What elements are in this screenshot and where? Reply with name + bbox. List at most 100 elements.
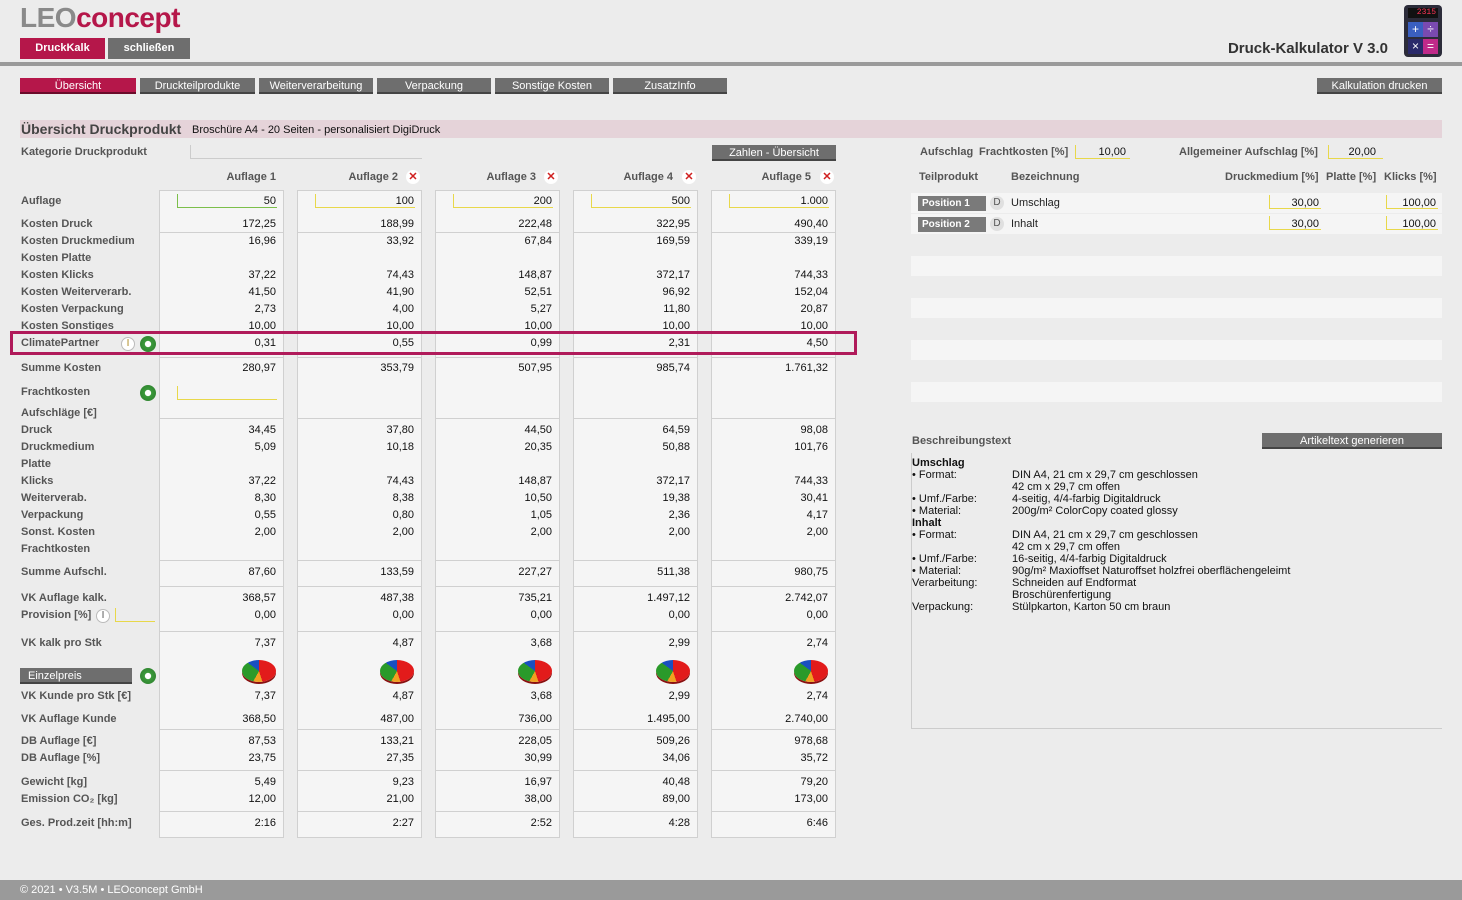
value-kosten-druckmedium: 33,92 <box>386 235 414 247</box>
label-prodzeit: Ges. Prod.zeit [hh:m] <box>21 817 132 829</box>
description-textarea[interactable] <box>911 453 1442 729</box>
value-prodzeit: 6:46 <box>806 817 828 829</box>
position-1-button[interactable]: Position 1 <box>918 196 986 211</box>
remove-auflage-3-icon[interactable]: ✕ <box>544 170 558 184</box>
einzelpreis-button[interactable]: Einzelpreis <box>20 668 132 684</box>
artikeltext-generieren-button[interactable]: Artikeltext generieren <box>1262 433 1442 449</box>
value-kosten-druck: 490,40 <box>794 218 828 230</box>
position-2-d-button[interactable]: D <box>990 217 1004 231</box>
calculator-icon[interactable]: 2315 + ÷ × = <box>1404 5 1442 57</box>
value-vk-kalk-stk: 7,37 <box>254 637 276 649</box>
value-provision: 0,00 <box>530 609 552 621</box>
frachtkosten-pct-value: 10,00 <box>1098 146 1126 158</box>
tab-zusatzinfo[interactable]: ZusatzInfo <box>613 78 727 94</box>
row-divider <box>298 770 421 771</box>
tab-weiterverarbeitung[interactable]: Weiterverarbeitung <box>259 78 373 94</box>
close-button[interactable]: schließen <box>108 38 190 59</box>
value-sonst-kosten: 2,00 <box>530 526 552 538</box>
label-summe-kosten: Summe Kosten <box>21 362 102 374</box>
position-2-button[interactable]: Position 2 <box>918 217 986 232</box>
row-divider <box>574 770 697 771</box>
tab-uebersicht[interactable]: Übersicht <box>20 78 136 94</box>
label-kosten-sonstiges: Kosten Sonstiges <box>21 320 114 330</box>
value-klicks: 744,33 <box>794 475 828 487</box>
label-vk-kunde-stk: VK Kunde pro Stk [€] <box>21 690 132 702</box>
col-bezeichnung: Bezeichnung <box>1011 171 1080 183</box>
druckkalk-button[interactable]: DruckKalk <box>20 38 105 59</box>
value-druckmedium: 50,88 <box>662 441 690 453</box>
cost-pie-icon[interactable] <box>242 660 276 682</box>
tab-sonstige-kosten[interactable]: Sonstige Kosten <box>495 78 609 94</box>
row-divider <box>298 729 421 730</box>
value-auflage[interactable]: 500 <box>580 195 690 207</box>
einzelpreis-refresh-icon[interactable] <box>140 668 156 684</box>
remove-auflage-2-icon[interactable]: ✕ <box>406 170 420 184</box>
value-gewicht: 9,23 <box>392 776 414 788</box>
description-value: DIN A4, 21 cm x 29,7 cm geschlossen <box>1012 469 1198 481</box>
value-weiterverarb: 8,38 <box>392 492 414 504</box>
value-druckmedium: 101,76 <box>794 441 828 453</box>
value-auflage[interactable]: 1.000 <box>718 195 828 207</box>
frachtkosten-refresh-icon[interactable] <box>140 385 156 401</box>
frachtkosten-input[interactable] <box>177 386 277 400</box>
label-druckmedium: Druckmedium <box>21 441 95 453</box>
value-druck: 98,08 <box>800 424 828 436</box>
row-divider <box>712 811 835 812</box>
row-divider <box>436 631 559 632</box>
value-db-auflage-pct: 30,99 <box>524 752 552 764</box>
print-calculation-button[interactable]: Kalkulation drucken <box>1317 78 1442 94</box>
value-druck: 34,45 <box>248 424 276 436</box>
value-auflage[interactable]: 200 <box>442 195 552 207</box>
value-auflage[interactable]: 50 <box>166 195 276 207</box>
calc-multiply-key: × <box>1408 39 1423 54</box>
remove-auflage-5-icon[interactable]: ✕ <box>820 170 834 184</box>
row-divider <box>712 232 835 233</box>
label-aufschlaege: Aufschläge [€] <box>21 407 97 419</box>
position-1-d-button[interactable]: D <box>990 196 1004 210</box>
cost-pie-icon[interactable] <box>380 660 414 682</box>
empty-row <box>911 298 1442 318</box>
calc-divide-key: ÷ <box>1423 22 1438 37</box>
cost-pie-icon[interactable] <box>656 660 690 682</box>
description-value: 90g/m² Maxioffset Naturoffset holzfrei o… <box>1012 565 1291 577</box>
value-verpackung: 4,17 <box>806 509 828 521</box>
label-summe-aufschl: Summe Aufschl. <box>21 566 107 578</box>
tab-verpackung[interactable]: Verpackung <box>377 78 491 94</box>
zahlen-uebersicht-button[interactable]: Zahlen - Übersicht <box>712 145 836 161</box>
value-vk-auflage-kunde: 368,50 <box>242 713 276 725</box>
logo-part-concept: concept <box>76 2 180 33</box>
cost-pie-icon[interactable] <box>518 660 552 682</box>
auflage-1-header: Auflage 1 <box>226 171 276 183</box>
kategorie-select[interactable] <box>190 145 422 159</box>
position-1-druckmedium: 30,00 <box>1291 197 1319 209</box>
value-weiterverarb: 8,30 <box>254 492 276 504</box>
row-divider <box>436 586 559 587</box>
row-divider <box>712 770 835 771</box>
tab-druckteilprodukte[interactable]: Druckteilprodukte <box>140 78 255 94</box>
row-divider <box>712 586 835 587</box>
remove-auflage-4-icon[interactable]: ✕ <box>682 170 696 184</box>
value-kosten-weiterverarb: 96,92 <box>662 286 690 298</box>
value-weiterverarb: 10,50 <box>524 492 552 504</box>
cost-pie-icon[interactable] <box>794 660 828 682</box>
value-provision: 0,00 <box>254 609 276 621</box>
value-auflage[interactable]: 100 <box>304 195 414 207</box>
provision-input[interactable] <box>115 608 155 622</box>
value-db-auflage-pct: 27,35 <box>386 752 414 764</box>
value-kosten-druck: 322,95 <box>656 218 690 230</box>
row-divider <box>160 357 283 358</box>
row-divider <box>160 418 283 419</box>
value-kosten-klicks: 148,87 <box>518 269 552 281</box>
auflage-3-header: Auflage 3 <box>486 171 536 183</box>
value-summe-kosten: 280,97 <box>242 362 276 374</box>
label-klicks: Klicks <box>21 475 54 487</box>
value-weiterverarb: 19,38 <box>662 492 690 504</box>
label-kosten-druckmedium: Kosten Druckmedium <box>21 235 135 247</box>
value-emission: 21,00 <box>386 793 414 805</box>
row-divider <box>574 357 697 358</box>
label-kosten-verpackung: Kosten Verpackung <box>21 303 124 315</box>
header-divider <box>0 62 1462 66</box>
row-divider <box>436 811 559 812</box>
value-druckmedium: 20,35 <box>524 441 552 453</box>
value-vk-kunde-stk: 3,68 <box>530 690 552 702</box>
